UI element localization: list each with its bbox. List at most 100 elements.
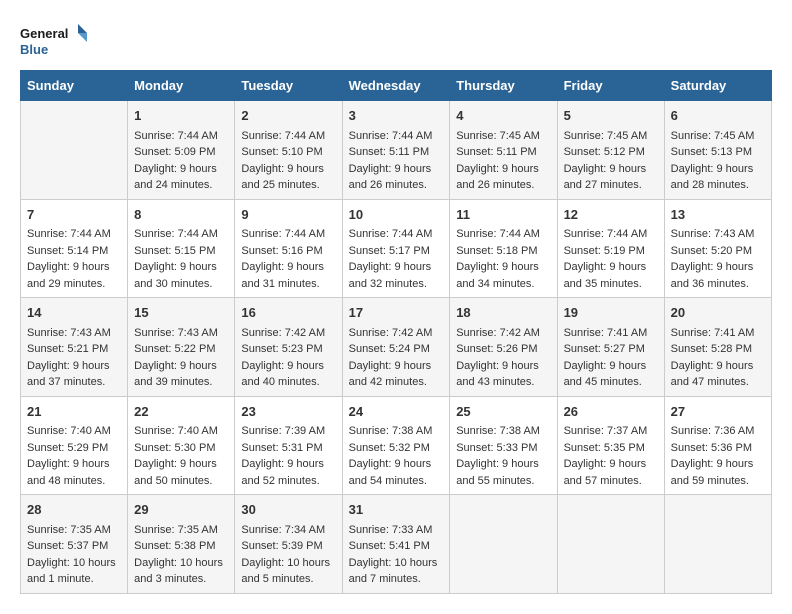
cell-info-line: Sunrise: 7:35 AM	[27, 522, 121, 539]
cell-info-line: Daylight: 9 hours	[456, 358, 550, 375]
cell-info-line: Sunset: 5:19 PM	[564, 243, 658, 260]
day-number: 9	[241, 205, 335, 225]
cell-info-line: and 59 minutes.	[671, 473, 765, 490]
cell-info-line: Sunset: 5:10 PM	[241, 144, 335, 161]
cell-info-line: Sunrise: 7:43 AM	[27, 325, 121, 342]
cell-info-line: Sunset: 5:17 PM	[349, 243, 444, 260]
calendar-cell: 30Sunrise: 7:34 AMSunset: 5:39 PMDayligh…	[235, 495, 342, 594]
cell-info-line: Sunrise: 7:35 AM	[134, 522, 228, 539]
calendar-cell: 5Sunrise: 7:45 AMSunset: 5:12 PMDaylight…	[557, 101, 664, 200]
cell-info-line: Sunset: 5:31 PM	[241, 440, 335, 457]
day-number: 15	[134, 303, 228, 323]
cell-info-line: Sunrise: 7:40 AM	[134, 423, 228, 440]
cell-info-line: Sunset: 5:22 PM	[134, 341, 228, 358]
cell-info-line: and 32 minutes.	[349, 276, 444, 293]
calendar-cell: 24Sunrise: 7:38 AMSunset: 5:32 PMDayligh…	[342, 396, 450, 495]
day-number: 14	[27, 303, 121, 323]
day-number: 19	[564, 303, 658, 323]
cell-info-line: Daylight: 9 hours	[564, 358, 658, 375]
day-number: 10	[349, 205, 444, 225]
cell-info-line: Daylight: 9 hours	[671, 358, 765, 375]
cell-info-line: and 50 minutes.	[134, 473, 228, 490]
day-number: 12	[564, 205, 658, 225]
calendar-cell	[664, 495, 771, 594]
calendar-cell: 16 Sunrise: 7:42 AMSunset: 5:23 PMDayligh…	[235, 298, 342, 397]
cell-info-line: Daylight: 9 hours	[134, 161, 228, 178]
cell-info-line: and 29 minutes.	[27, 276, 121, 293]
day-number: 16	[241, 303, 335, 323]
cell-info-line: Sunset: 5:18 PM	[456, 243, 550, 260]
cell-info-line: Daylight: 10 hours	[241, 555, 335, 572]
calendar-cell: 22Sunrise: 7:40 AMSunset: 5:30 PMDayligh…	[128, 396, 235, 495]
cell-info-line: and 31 minutes.	[241, 276, 335, 293]
cell-info-line: and 28 minutes.	[671, 177, 765, 194]
cell-info-line: Daylight: 9 hours	[134, 358, 228, 375]
cell-info-line: and 40 minutes.	[241, 374, 335, 391]
cell-info-line: Sunset: 5:36 PM	[671, 440, 765, 457]
cell-info-line: Daylight: 9 hours	[456, 161, 550, 178]
calendar-cell: 26Sunrise: 7:37 AMSunset: 5:35 PMDayligh…	[557, 396, 664, 495]
calendar-cell: 4Sunrise: 7:45 AMSunset: 5:11 PMDaylight…	[450, 101, 557, 200]
cell-info-line: Sunset: 5:23 PM	[241, 341, 335, 358]
day-number: 27	[671, 402, 765, 422]
calendar-cell: 3Sunrise: 7:44 AMSunset: 5:11 PMDaylight…	[342, 101, 450, 200]
header-wednesday: Wednesday	[342, 71, 450, 101]
cell-info-line: Sunset: 5:33 PM	[456, 440, 550, 457]
cell-info-line: Sunrise: 7:42 AM	[456, 325, 550, 342]
calendar-cell: 18Sunrise: 7:42 AMSunset: 5:26 PMDayligh…	[450, 298, 557, 397]
cell-info-line: Sunset: 5:38 PM	[134, 538, 228, 555]
day-number: 23	[241, 402, 335, 422]
cell-info-line: Sunrise: 7:44 AM	[134, 128, 228, 145]
cell-info-line: Sunrise: 7:43 AM	[134, 325, 228, 342]
cell-info-line: and 1 minute.	[27, 571, 121, 588]
cell-info-line: Sunset: 5:41 PM	[349, 538, 444, 555]
cell-info-line: and 34 minutes.	[456, 276, 550, 293]
calendar-cell: 8Sunrise: 7:44 AMSunset: 5:15 PMDaylight…	[128, 199, 235, 298]
header-tuesday: Tuesday	[235, 71, 342, 101]
cell-info-line: Sunset: 5:09 PM	[134, 144, 228, 161]
cell-info-line: Sunrise: 7:38 AM	[456, 423, 550, 440]
day-number: 26	[564, 402, 658, 422]
day-number: 25	[456, 402, 550, 422]
calendar-cell: 29Sunrise: 7:35 AMSunset: 5:38 PMDayligh…	[128, 495, 235, 594]
day-number: 20	[671, 303, 765, 323]
cell-info-line: Sunset: 5:32 PM	[349, 440, 444, 457]
day-number: 31	[349, 500, 444, 520]
calendar-cell: 20 Sunrise: 7:41 AMSunset: 5:28 PMDayligh…	[664, 298, 771, 397]
cell-info-line: Daylight: 9 hours	[349, 456, 444, 473]
day-number: 11	[456, 205, 550, 225]
cell-info-line: and 54 minutes.	[349, 473, 444, 490]
day-number: 6	[671, 106, 765, 126]
calendar-cell: 10Sunrise: 7:44 AMSunset: 5:17 PMDayligh…	[342, 199, 450, 298]
cell-info-line: Sunrise: 7:44 AM	[27, 226, 121, 243]
cell-info-line: Daylight: 9 hours	[241, 358, 335, 375]
cell-info-line: Sunrise: 7:44 AM	[134, 226, 228, 243]
cell-info-line: Sunset: 5:35 PM	[564, 440, 658, 457]
cell-info-line: Daylight: 9 hours	[564, 161, 658, 178]
header-thursday: Thursday	[450, 71, 557, 101]
cell-info-line: Daylight: 9 hours	[27, 259, 121, 276]
cell-info-line: Daylight: 9 hours	[27, 358, 121, 375]
calendar-cell: 15 Sunrise: 7:43 AMSunset: 5:22 PMDayligh…	[128, 298, 235, 397]
cell-info-line: Sunrise: 7:41 AM	[671, 325, 765, 342]
cell-info-line: and 30 minutes.	[134, 276, 228, 293]
cell-info-line: Sunrise: 7:45 AM	[564, 128, 658, 145]
calendar-cell: 27Sunrise: 7:36 AMSunset: 5:36 PMDayligh…	[664, 396, 771, 495]
cell-info-line: Sunset: 5:28 PM	[671, 341, 765, 358]
cell-info-line: Daylight: 9 hours	[27, 456, 121, 473]
cell-info-line: Sunrise: 7:42 AM	[241, 325, 335, 342]
day-number: 8	[134, 205, 228, 225]
cell-info-line: Daylight: 9 hours	[456, 456, 550, 473]
cell-info-line: Sunrise: 7:37 AM	[564, 423, 658, 440]
cell-info-line: Daylight: 9 hours	[241, 259, 335, 276]
calendar-cell: 9Sunrise: 7:44 AMSunset: 5:16 PMDaylight…	[235, 199, 342, 298]
svg-text:Blue: Blue	[20, 42, 48, 57]
page-header: General Blue	[20, 20, 772, 60]
calendar-cell: 21Sunrise: 7:40 AMSunset: 5:29 PMDayligh…	[21, 396, 128, 495]
cell-info-line: Daylight: 9 hours	[349, 358, 444, 375]
cell-info-line: Sunset: 5:15 PM	[134, 243, 228, 260]
header-sunday: Sunday	[21, 71, 128, 101]
header-monday: Monday	[128, 71, 235, 101]
cell-info-line: Sunrise: 7:40 AM	[27, 423, 121, 440]
logo-svg: General Blue	[20, 20, 90, 60]
